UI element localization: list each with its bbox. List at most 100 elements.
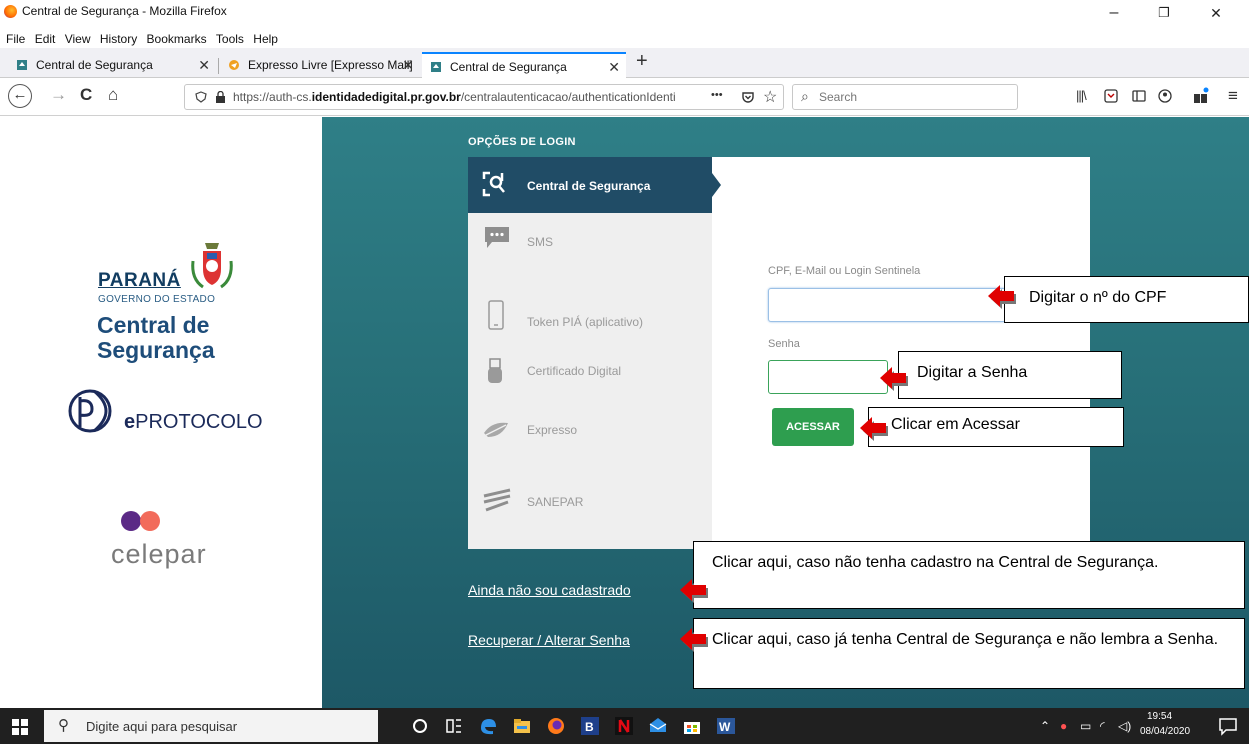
cpf-input[interactable] [768,288,1006,322]
page-actions-button[interactable]: ••• [711,89,723,101]
close-window-button[interactable]: ✕ [1196,2,1236,24]
library-icon[interactable]: |||\ [1076,88,1087,103]
tray-wifi-icon[interactable]: ◜ [1100,719,1105,733]
tab-label: Expresso Livre [Expresso Mail] [248,58,413,72]
file-explorer-icon[interactable] [512,716,532,736]
senha-input[interactable] [768,360,888,394]
notifications-icon[interactable] [1218,716,1238,736]
eprotocolo-logo-icon [68,389,112,433]
callout-cpf: Digitar o nº do CPF [1004,276,1249,323]
option-central-seguranca[interactable]: Central de Segurança [468,157,712,213]
tray-battery-icon[interactable]: ▭ [1080,719,1091,733]
menu-help[interactable]: Help [253,32,278,46]
option-sms[interactable]: SMS [468,215,712,271]
menu-file[interactable]: File [6,32,25,46]
recuperar-senha-link[interactable]: Recuperar / Alterar Senha [468,632,630,648]
celepar-logo-icon [121,511,160,531]
menu-edit[interactable]: Edit [35,32,56,46]
option-label: Token PIÁ (aplicativo) [527,315,644,329]
menu-bar: File Edit View History Bookmarks Tools H… [0,32,1249,48]
central-title-line1: Central de [97,312,210,338]
home-button[interactable]: ⌂ [108,85,118,105]
smartphone-icon [488,300,504,330]
governo-estado-text: GOVERNO DO ESTADO [98,294,216,305]
forward-button[interactable]: → [50,85,67,105]
option-label: SMS [527,235,554,249]
booking-icon[interactable]: B [580,716,600,736]
tray-volume-icon[interactable]: ◁) [1118,719,1131,733]
senha-field-label: Senha [768,338,800,350]
cortana-icon[interactable] [410,716,430,736]
edge-icon[interactable] [478,716,498,736]
pocket-toolbar-icon[interactable] [1104,89,1118,103]
reload-button[interactable]: C [80,85,92,105]
windows-taskbar: ⚲ Digite aqui para pesquisar B W ⌃ ● ▭ ◜… [0,708,1249,744]
menu-bookmarks[interactable]: Bookmarks [147,32,207,46]
minimize-button[interactable]: – [1094,2,1134,24]
scan-key-icon [482,171,505,197]
windows-start-icon[interactable] [12,719,28,735]
option-certificado-digital[interactable]: Certificado Digital [468,354,712,410]
store-icon[interactable] [682,716,702,736]
tab-divider [218,58,219,74]
maximize-button[interactable]: ❐ [1144,2,1184,24]
search-placeholder: Search [819,90,858,104]
tab-close-icon[interactable]: ✕ [608,54,620,80]
tab-central-seguranca-1[interactable]: Central de Segurança ✕ [8,52,216,78]
menu-view[interactable]: View [65,32,91,46]
hamburger-menu-icon[interactable]: ≡ [1228,86,1238,106]
mail-icon[interactable] [648,716,668,736]
red-arrow-senha-icon [880,367,908,391]
option-label: Expresso [527,423,578,437]
active-pointer [712,173,721,197]
task-view-icon[interactable] [444,716,464,736]
tab-close-icon[interactable]: ✕ [198,52,210,78]
tab-expresso-livre[interactable]: Expresso Livre [Expresso Mail] ✕ [220,52,420,78]
url-bar[interactable]: https://auth-cs.identidadedigital.pr.gov… [184,84,784,110]
expresso-favicon-icon [229,60,239,70]
option-token-pia[interactable]: Token PIÁ (aplicativo) [468,292,712,348]
menu-history[interactable]: History [100,32,137,46]
account-icon[interactable] [1158,89,1172,103]
firefox-icon [4,5,17,18]
tray-chevron-icon[interactable]: ⌃ [1040,719,1050,733]
new-tab-button[interactable]: + [636,50,648,73]
tab-central-seguranca-active[interactable]: Central de Segurança ✕ [422,52,626,78]
page-content: PARANÁ GOVERNO DO ESTADO Central de Segu… [0,117,1249,708]
search-bar[interactable]: ⌕ Search [792,84,1018,110]
callout-senha: Digitar a Senha [898,351,1122,399]
sanepar-logo-icon [483,488,511,512]
option-label: Certificado Digital [527,364,622,378]
tab-label: Central de Segurança [36,58,153,72]
bookmark-star-icon[interactable]: ☆ [763,87,777,107]
title-bar: Central de Segurança - Mozilla Firefox –… [0,0,1249,32]
envelope-leaf-icon [484,422,508,437]
red-arrow-cadastro-icon [680,579,708,603]
menu-tools[interactable]: Tools [216,32,244,46]
tab-close-icon[interactable]: ✕ [402,52,414,78]
login-options-heading: OPÇÕES DE LOGIN [468,136,576,148]
clock-date[interactable]: 08/04/2020 [1140,726,1190,737]
netflix-icon[interactable] [614,716,634,736]
nao-cadastrado-link[interactable]: Ainda não sou cadastrado [468,582,631,598]
word-icon[interactable]: W [716,716,736,736]
pocket-icon[interactable] [741,90,755,104]
firefox-taskbar-icon[interactable] [546,716,566,736]
extension-icon[interactable] [1192,87,1210,105]
option-expresso[interactable]: Expresso [468,409,712,465]
callout-recuperar: Clicar aqui, caso já tenha Central de Se… [693,618,1245,689]
svg-text:W: W [719,720,731,734]
eprotocolo-text: ePROTOCOLO [124,411,263,433]
taskbar-search[interactable]: ⚲ Digite aqui para pesquisar [44,710,378,742]
left-branding-panel: PARANÁ GOVERNO DO ESTADO Central de Segu… [0,117,322,708]
tray-network-warning-icon[interactable]: ● [1060,719,1067,733]
shield-favicon-icon [17,60,27,70]
back-button[interactable]: ← [8,84,32,108]
acessar-button[interactable]: ACESSAR [772,408,854,446]
option-sanepar[interactable]: SANEPAR [468,482,712,538]
chat-bubble-icon [485,227,509,248]
clock-time[interactable]: 19:54 [1147,711,1172,722]
red-arrow-acessar-icon [860,417,888,441]
sidebar-icon[interactable] [1132,89,1146,103]
shield-favicon-icon [431,62,441,72]
